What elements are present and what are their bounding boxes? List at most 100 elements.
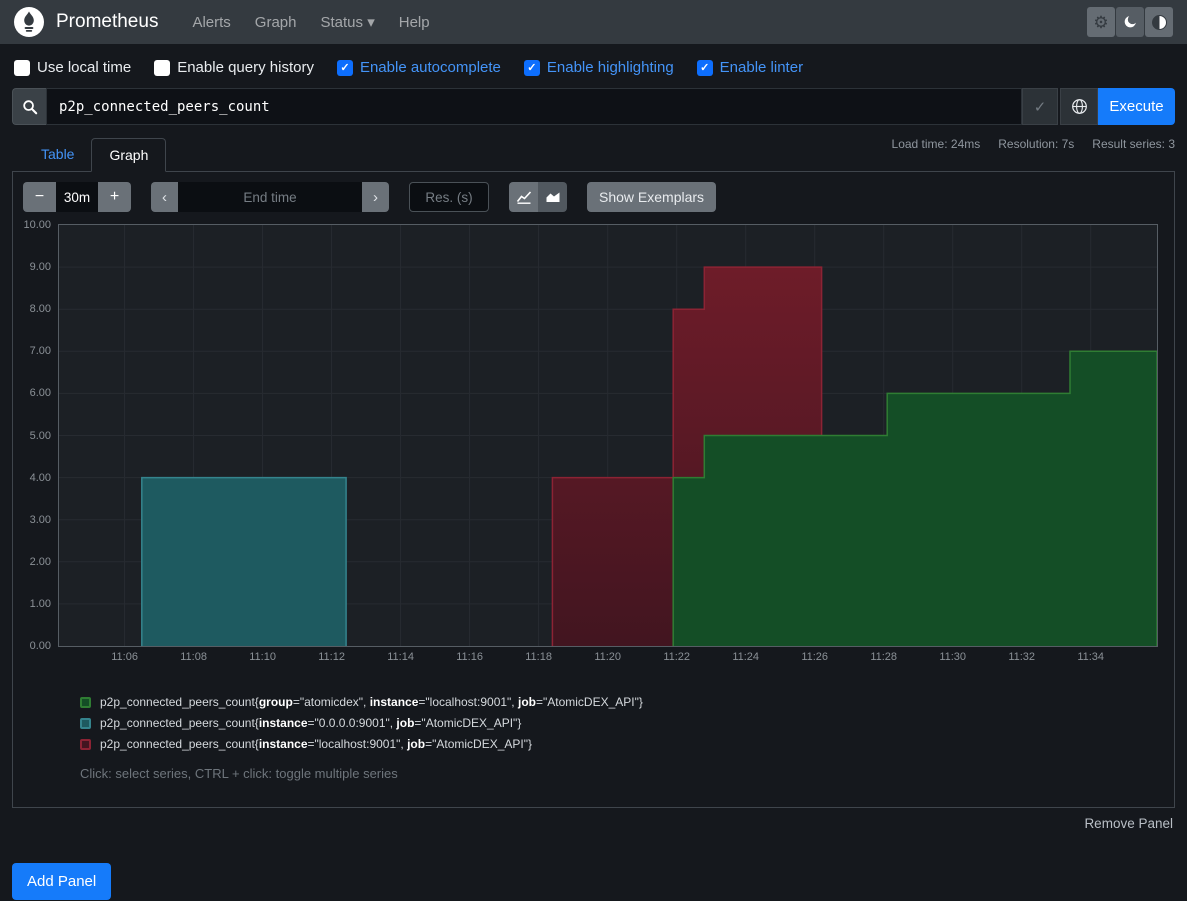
option-enable-autocomplete[interactable]: ✓Enable autocomplete (337, 59, 501, 76)
checkbox[interactable]: ✓ (697, 60, 713, 76)
tab-bar: TableGraph (24, 138, 166, 172)
load-time: Load time: 24ms (892, 137, 981, 151)
y-tick-label: 8.00 (30, 303, 51, 315)
option-label: Enable query history (177, 59, 314, 76)
y-tick-label: 0.00 (30, 640, 51, 652)
y-tick-label: 5.00 (30, 430, 51, 442)
x-tick-label: 11:08 (180, 651, 207, 663)
nav-link-graph[interactable]: Graph (243, 14, 309, 31)
duration-input[interactable] (56, 182, 98, 212)
remove-panel-link[interactable]: Remove Panel (1084, 816, 1173, 831)
x-tick-label: 11:30 (939, 651, 966, 663)
option-label: Use local time (37, 59, 131, 76)
x-tick-label: 11:26 (801, 651, 828, 663)
series-swatch-icon (80, 739, 91, 750)
stacked-chart-icon[interactable] (538, 182, 567, 212)
x-tick-label: 11:32 (1008, 651, 1035, 663)
execute-button[interactable]: Execute (1098, 88, 1175, 125)
series-swatch-icon (80, 718, 91, 729)
series-legend: p2p_connected_peers_count{group="atomicd… (80, 695, 1174, 751)
show-exemplars-button[interactable]: Show Exemplars (587, 182, 716, 212)
decrease-duration-button[interactable]: − (23, 182, 56, 212)
navbar: Prometheus AlertsGraphStatus ▾Help ⚙ (0, 0, 1187, 44)
y-tick-label: 7.00 (30, 345, 51, 357)
dark-theme-button[interactable] (1116, 7, 1144, 37)
option-label: Enable highlighting (547, 59, 674, 76)
x-tick-label: 11:22 (663, 651, 690, 663)
line-chart-icon[interactable] (509, 182, 538, 212)
x-tick-label: 11:20 (594, 651, 621, 663)
y-axis: 0.001.002.003.004.005.006.007.008.009.00… (13, 224, 58, 647)
result-series: Result series: 3 (1092, 137, 1175, 151)
x-axis: 11:0611:0811:1011:1211:1411:1611:1811:20… (59, 651, 1154, 669)
legend-hint: Click: select series, CTRL + click: togg… (80, 766, 1174, 781)
metrics-explorer-globe-icon[interactable] (1060, 88, 1098, 125)
plot-frame (58, 224, 1158, 647)
series-label: p2p_connected_peers_count{group="atomicd… (100, 695, 643, 709)
query-input[interactable] (46, 88, 1022, 125)
option-enable-linter[interactable]: ✓ Enable linter (697, 59, 803, 76)
resolution-input[interactable] (409, 182, 489, 212)
option-label: Enable linter (720, 59, 803, 76)
legend-item[interactable]: p2p_connected_peers_count{instance="0.0.… (80, 716, 1174, 730)
meta-row: Load time: 24ms Resolution: 7s Result se… (12, 133, 1175, 171)
duration-control: − + (23, 182, 131, 212)
y-tick-label: 9.00 (30, 261, 51, 273)
x-tick-label: 11:16 (456, 651, 483, 663)
theme-button-group: ⚙ (1086, 7, 1173, 37)
x-tick-label: 11:14 (387, 651, 414, 663)
query-valid-check-icon[interactable]: ✓ (1022, 88, 1058, 125)
settings-button[interactable]: ⚙ (1087, 7, 1115, 37)
remove-panel-row: Remove Panel (0, 815, 1173, 833)
y-tick-label: 10.00 (23, 219, 51, 231)
tab-table[interactable]: Table (24, 138, 91, 172)
graph-panel: − + ‹ › Show Exemplars 0.0 (12, 171, 1175, 808)
nav-link-status[interactable]: Status ▾ (309, 13, 387, 31)
legend-item[interactable]: p2p_connected_peers_count{instance="loca… (80, 737, 1174, 751)
option-use-local-time[interactable]: Use local time (14, 59, 131, 76)
nav-links: AlertsGraphStatus ▾Help (180, 13, 441, 31)
y-tick-label: 2.00 (30, 556, 51, 568)
nav-link-alerts[interactable]: Alerts (180, 14, 242, 31)
add-panel-button[interactable]: Add Panel (12, 863, 111, 900)
query-stats: Load time: 24ms Resolution: 7s Result se… (892, 137, 1175, 151)
gear-icon: ⚙ (1093, 14, 1108, 31)
half-contrast-icon (1152, 15, 1167, 30)
increase-duration-button[interactable]: + (98, 182, 131, 212)
checkbox[interactable]: ✓ (524, 60, 540, 76)
graph-controls: − + ‹ › Show Exemplars (23, 182, 1164, 212)
y-tick-label: 4.00 (30, 472, 51, 484)
nav-link-help[interactable]: Help (387, 14, 442, 31)
series-label: p2p_connected_peers_count{instance="0.0.… (100, 716, 521, 730)
x-tick-label: 11:06 (111, 651, 138, 663)
forward-time-chevron-button[interactable]: › (362, 182, 389, 212)
search-icon (12, 88, 46, 125)
auto-theme-button[interactable] (1145, 7, 1173, 37)
series-label: p2p_connected_peers_count{instance="loca… (100, 737, 532, 751)
y-tick-label: 1.00 (30, 598, 51, 610)
x-tick-label: 11:28 (870, 651, 897, 663)
option-enable-highlighting[interactable]: ✓ Enable highlighting (524, 59, 674, 76)
chart-type-toggle (509, 182, 567, 212)
x-tick-label: 11:24 (732, 651, 759, 663)
y-tick-label: 3.00 (30, 514, 51, 526)
chart-area: 0.001.002.003.004.005.006.007.008.009.00… (13, 224, 1154, 647)
tab-graph[interactable]: Graph (91, 138, 166, 172)
end-time-input[interactable] (178, 182, 362, 212)
option-enable-query-history[interactable]: Enable query history (154, 59, 314, 76)
options-row: Use local timeEnable query history✓Enabl… (0, 44, 1187, 88)
series-swatch-icon (80, 697, 91, 708)
graph-canvas[interactable] (59, 225, 1157, 646)
prometheus-logo-icon (14, 7, 44, 37)
x-tick-label: 11:12 (318, 651, 345, 663)
checkbox[interactable]: ✓ (337, 60, 353, 76)
resolution: Resolution: 7s (998, 137, 1074, 151)
x-tick-label: 11:34 (1077, 651, 1104, 663)
back-time-chevron-button[interactable]: ‹ (151, 182, 178, 212)
x-tick-label: 11:10 (249, 651, 276, 663)
brand-title[interactable]: Prometheus (56, 11, 158, 33)
checkbox[interactable] (14, 60, 30, 76)
moon-icon (1122, 14, 1138, 30)
checkbox[interactable] (154, 60, 170, 76)
legend-item[interactable]: p2p_connected_peers_count{group="atomicd… (80, 695, 1174, 709)
